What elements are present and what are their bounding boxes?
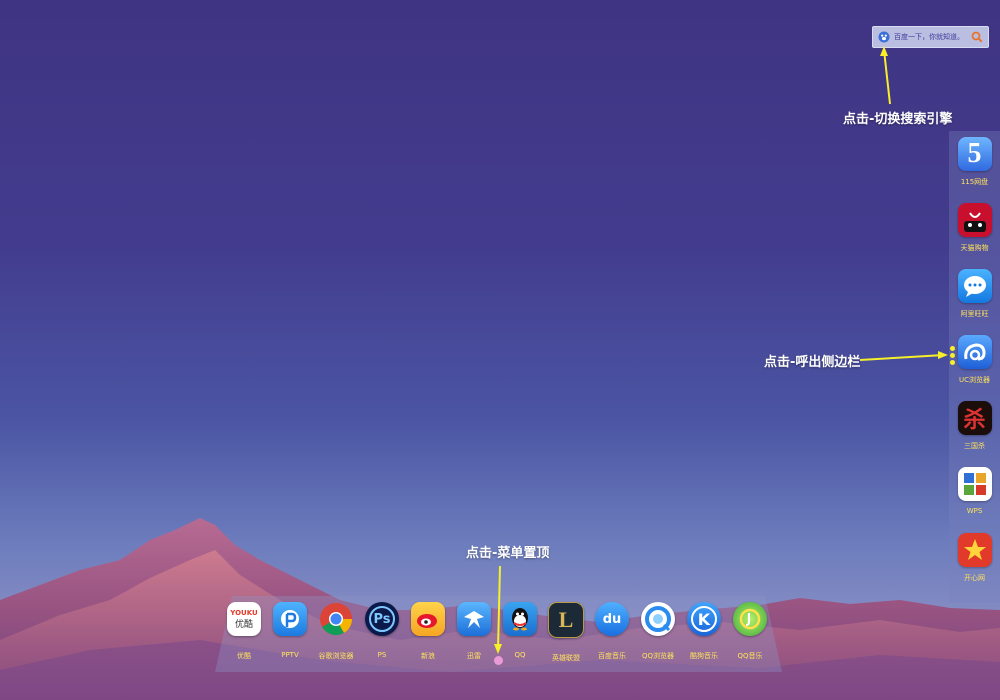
wps-icon[interactable] bbox=[957, 467, 992, 501]
youku-icon-text: YOUKU bbox=[230, 608, 258, 617]
uc-browser-icon[interactable] bbox=[957, 335, 992, 369]
search-box[interactable]: 百度一下，你就知道。 bbox=[872, 26, 989, 48]
sidebar: 5 115网盘 天猫购物 阿里旺旺 UC浏览器 杀 三国杀 WPS 开心网 bbox=[949, 131, 1000, 603]
dock-item-qq[interactable]: QQ bbox=[497, 602, 543, 659]
lol-icon-text: L bbox=[558, 607, 574, 632]
sidebar-item-uc[interactable]: UC浏览器 bbox=[949, 335, 1000, 385]
qq-icon[interactable] bbox=[503, 602, 537, 636]
chrome-icon[interactable] bbox=[319, 602, 353, 636]
dock-item-label: 酷狗音乐 bbox=[690, 652, 718, 660]
baidu-music-icon-text: du bbox=[602, 611, 622, 627]
dock-item-label: 迅雷 bbox=[467, 652, 481, 660]
sidebar-item-kaixin[interactable]: 开心网 bbox=[949, 533, 1000, 583]
dock-item-label: QQ浏览器 bbox=[641, 652, 675, 660]
sidebar-toggle[interactable] bbox=[950, 346, 956, 368]
baidu-paw-icon[interactable] bbox=[877, 30, 891, 44]
ps-icon-text: Ps bbox=[369, 606, 395, 632]
youku-icon-text2: 优酷 bbox=[234, 619, 253, 630]
wangwang-icon[interactable] bbox=[957, 269, 992, 303]
dock-item-xunlei[interactable]: 迅雷 bbox=[451, 602, 497, 661]
xunlei-icon[interactable] bbox=[457, 602, 491, 636]
dock-item-label: PS bbox=[377, 651, 387, 659]
annotation-dock: 点击-菜单置顶 bbox=[466, 546, 550, 561]
sidebar-item-sanguosha[interactable]: 杀 三国杀 bbox=[949, 401, 1000, 451]
annotation-sidebar: 点击-呼出侧边栏 bbox=[764, 355, 861, 370]
pptv-icon[interactable] bbox=[273, 602, 307, 636]
kugou-icon[interactable]: K bbox=[687, 602, 721, 636]
kaixin-icon[interactable] bbox=[957, 533, 992, 567]
sidebar-item-115[interactable]: 5 115网盘 bbox=[949, 137, 1000, 187]
sidebar-item-label: UC浏览器 bbox=[958, 376, 990, 384]
dock-item-kugou[interactable]: K 酷狗音乐 bbox=[681, 602, 727, 661]
dock-item-lol[interactable]: L 英雄联盟 bbox=[543, 602, 589, 663]
dock-item-pptv[interactable]: PPTV bbox=[267, 602, 313, 659]
weibo-icon[interactable] bbox=[411, 602, 445, 636]
sidebar-item-tmall[interactable]: 天猫购物 bbox=[949, 203, 1000, 253]
tmall-icon[interactable] bbox=[957, 203, 992, 237]
search-input[interactable]: 百度一下，你就知道。 bbox=[894, 32, 969, 42]
dock-item-label: 新浪 bbox=[421, 652, 435, 660]
dock-item-youku[interactable]: YOUKU 优酷 优酷 bbox=[221, 602, 267, 661]
sidebar-item-label: 天猫购物 bbox=[960, 244, 989, 252]
dock-item-label: QQ音乐 bbox=[737, 652, 763, 660]
dock-item-label: 英雄联盟 bbox=[552, 654, 580, 662]
mountain-background bbox=[0, 518, 1000, 700]
baidu-music-icon[interactable]: du bbox=[595, 602, 629, 636]
dock-item-label: 优酷 bbox=[237, 652, 251, 660]
lol-icon[interactable]: L bbox=[548, 602, 584, 638]
dock-item-label: 百度音乐 bbox=[598, 652, 626, 660]
dock-item-chrome[interactable]: 谷歌浏览器 bbox=[313, 602, 359, 661]
dock-item-qq-music[interactable]: QQ音乐 bbox=[727, 602, 773, 661]
sidebar-item-label: WPS bbox=[966, 507, 983, 515]
dock-item-ps[interactable]: Ps PS bbox=[359, 602, 405, 659]
search-icon[interactable] bbox=[969, 29, 985, 45]
sidebar-item-wangwang[interactable]: 阿里旺旺 bbox=[949, 269, 1000, 319]
dock-item-baidu-music[interactable]: du 百度音乐 bbox=[589, 602, 635, 661]
sidebar-item-label: 阿里旺旺 bbox=[960, 310, 989, 318]
sidebar-item-label: 开心网 bbox=[964, 574, 985, 582]
qq-music-icon[interactable] bbox=[733, 602, 767, 636]
115-icon[interactable]: 5 bbox=[957, 137, 992, 171]
youku-icon[interactable]: YOUKU 优酷 bbox=[227, 602, 261, 636]
dock-item-label: 谷歌浏览器 bbox=[318, 652, 354, 660]
annotation-search: 点击-切换搜索引擎 bbox=[843, 112, 953, 127]
sidebar-item-label: 三国杀 bbox=[964, 442, 985, 450]
photoshop-icon[interactable]: Ps bbox=[365, 602, 399, 636]
sidebar-item-wps[interactable]: WPS bbox=[949, 467, 1000, 515]
dock-item-label: PPTV bbox=[281, 651, 299, 659]
dock-item-label: QQ bbox=[514, 651, 526, 659]
dock-item-qq-browser[interactable]: QQ浏览器 bbox=[635, 602, 681, 661]
sidebar-item-label: 115网盘 bbox=[960, 178, 989, 186]
sanguosha-icon[interactable]: 杀 bbox=[957, 401, 992, 435]
kugou-icon-text: K bbox=[691, 606, 717, 632]
dock-item-weibo[interactable]: 新浪 bbox=[405, 602, 451, 661]
qq-browser-icon[interactable] bbox=[641, 602, 675, 636]
